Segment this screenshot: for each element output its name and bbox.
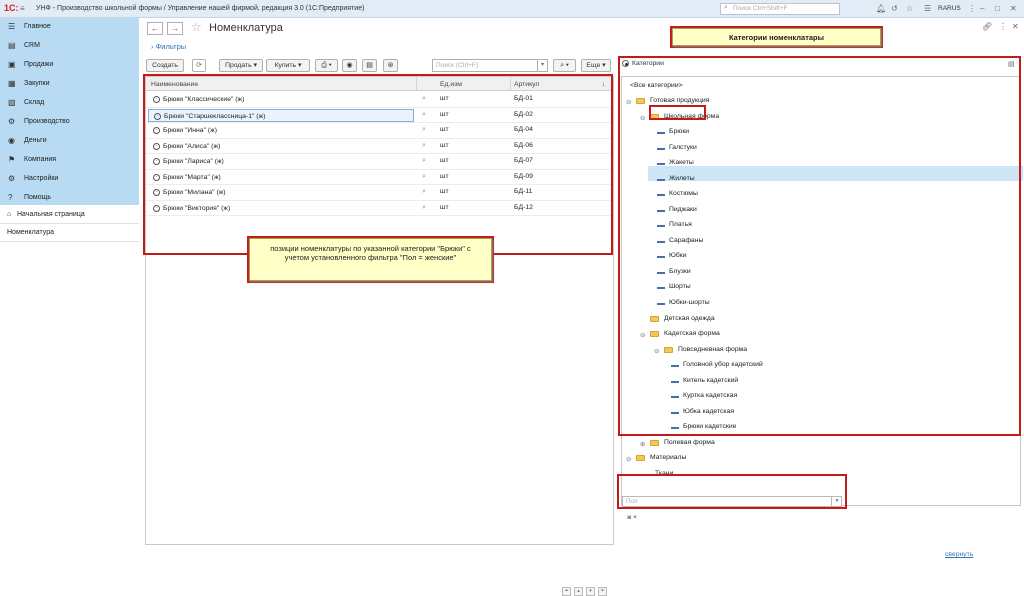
section-money[interactable]: ◉ Деньги	[0, 132, 139, 150]
sales-icon: ▣	[8, 60, 16, 69]
close-icon[interactable]: ✕	[1012, 22, 1019, 31]
section-sales[interactable]: ▣ Продажи	[0, 56, 139, 74]
history-icon[interactable]: ↺	[891, 4, 898, 13]
view-icon[interactable]: ◉	[342, 59, 357, 72]
forward-button[interactable]: →	[167, 22, 183, 35]
search-button[interactable]: ⌕ ▾	[553, 59, 576, 72]
refresh-icon[interactable]: ⟳	[192, 59, 206, 72]
open-page-nomenclature[interactable]: Номенклатура	[0, 224, 139, 242]
crm-icon: ▤	[8, 41, 16, 50]
main-area: ← → ☆ Номенклатура 🔗︎ ⋮ ✕ › Фильтры Созд…	[140, 18, 1024, 596]
section-crm[interactable]: ▤ CRM	[0, 37, 139, 55]
settings-icon[interactable]: ⊛	[383, 59, 398, 72]
global-search-input[interactable]: ⌕ Поиск Ctrl+Shift+F	[720, 3, 840, 15]
sell-button[interactable]: Продать ▾	[219, 59, 263, 72]
filters-link[interactable]: › Фильтры	[151, 42, 186, 51]
close-icon[interactable]: ✕	[1010, 4, 1017, 13]
annotation-note: позиции номенклатуры по указанной катего…	[249, 238, 492, 281]
scroll-down-icon[interactable]: ▾	[586, 587, 595, 596]
sections-panel: ☰ Главное ▤ CRM ▣ Продажи ▦ Закупки ▧ Склад ⚙…	[0, 18, 139, 205]
favorites-icon[interactable]: ☆	[906, 4, 913, 13]
scroll-up-icon[interactable]: ▴	[574, 587, 583, 596]
money-icon: ◉	[8, 136, 15, 145]
flag-icon: ⚑	[8, 155, 16, 164]
help-icon: ?	[8, 193, 13, 202]
link-icon[interactable]: 🔗︎	[982, 22, 992, 31]
bell-icon[interactable]: 🔔︎	[876, 4, 886, 13]
title-bar: 1С: ≡ УНФ - Производство школьной формы …	[0, 0, 1024, 18]
filter-tag[interactable]: ж ×	[627, 514, 637, 521]
app-title: УНФ - Производство школьной формы / Упра…	[36, 5, 365, 12]
menu-icon[interactable]: ≡	[20, 4, 25, 13]
section-company[interactable]: ⚑ Компания	[0, 151, 139, 169]
expand-icon[interactable]: ⊕	[640, 440, 645, 448]
section-main[interactable]: ☰ Главное	[0, 18, 139, 36]
search-icon: ⌕	[724, 4, 728, 11]
collapse-link[interactable]: свернуть	[945, 551, 973, 558]
section-production[interactable]: ⚙ Производство	[0, 113, 139, 131]
search-dropdown-icon[interactable]: ▾	[537, 59, 548, 72]
highlight-frame	[617, 474, 847, 509]
gear-icon: ⚙	[8, 174, 16, 183]
home-icon: ☰	[8, 22, 16, 31]
user-name[interactable]: RARUS	[938, 5, 961, 12]
home-icon: ⌂	[7, 211, 12, 218]
more-icon[interactable]: ⋮	[968, 4, 976, 13]
annotation-note: Категории номенклатары	[672, 28, 881, 46]
print-icon[interactable]: ⎙ ▾	[315, 59, 338, 72]
purchases-icon: ▦	[8, 79, 16, 88]
search-input[interactable]: Поиск (Ctrl+F)	[432, 59, 548, 72]
more-icon[interactable]: ⋮	[999, 22, 1007, 31]
section-warehouse[interactable]: ▧ Склад	[0, 94, 139, 112]
highlight-frame	[143, 74, 613, 255]
warehouse-icon: ▧	[8, 98, 16, 107]
more-button[interactable]: Еще ▾	[581, 59, 611, 72]
collapse-icon[interactable]: ⊖	[626, 455, 631, 463]
back-button[interactable]: ←	[147, 22, 163, 35]
create-button[interactable]: Создать	[146, 59, 184, 72]
section-help[interactable]: ? Помощь	[0, 189, 139, 207]
favorite-star-icon[interactable]: ☆	[191, 20, 202, 34]
app-logo: 1С:	[4, 3, 19, 13]
highlight-frame	[649, 105, 706, 120]
maximize-icon[interactable]: □	[995, 4, 1000, 13]
user-icon[interactable]: ☰	[924, 4, 931, 13]
section-settings[interactable]: ⚙ Настройки	[0, 170, 139, 188]
folder-icon	[650, 440, 659, 446]
report-icon[interactable]: ▤	[362, 59, 377, 72]
production-icon: ⚙	[8, 117, 16, 126]
scroll-top-icon[interactable]: ⏶	[562, 587, 571, 596]
sidebar: ☰ Главное ▤ CRM ▣ Продажи ▦ Закупки ▧ Склад ⚙…	[0, 18, 139, 545]
folder-icon	[636, 455, 645, 461]
buy-button[interactable]: Купить ▾	[266, 59, 310, 72]
scroll-bottom-icon[interactable]: ⏷	[598, 587, 607, 596]
section-purchases[interactable]: ▦ Закупки	[0, 75, 139, 93]
open-page-start[interactable]: ⌂ Начальная страница	[0, 206, 139, 224]
minimize-icon[interactable]: –	[980, 4, 984, 13]
page-title: Номенклатура	[209, 22, 283, 34]
